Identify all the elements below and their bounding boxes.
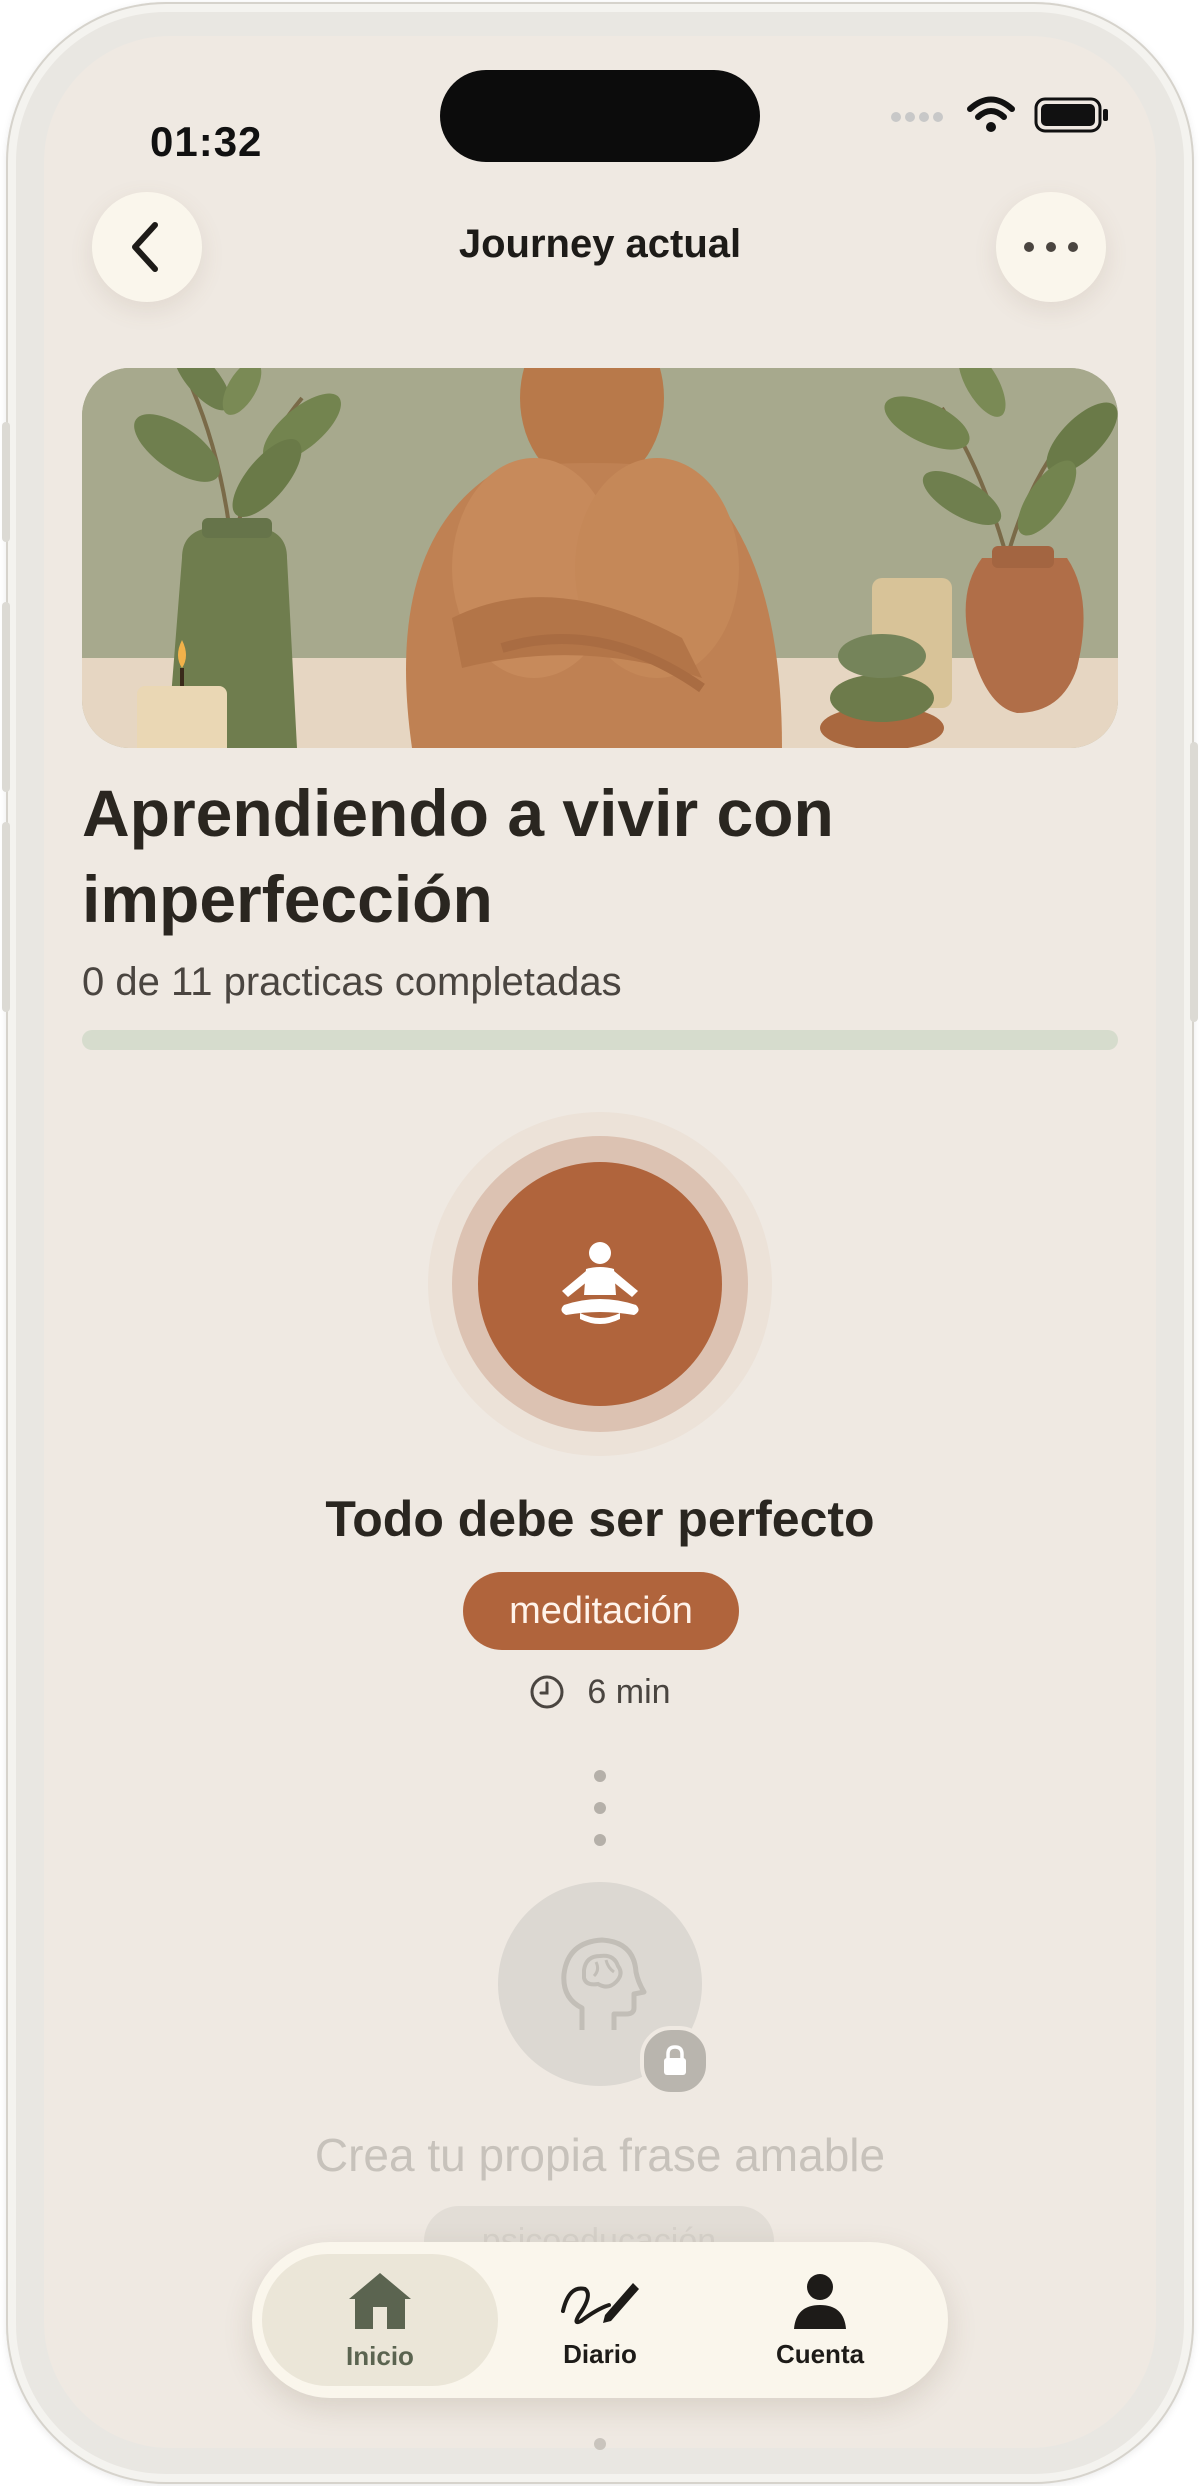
pen-icon: [561, 2282, 639, 2324]
tab-diario[interactable]: Diario: [482, 2254, 718, 2386]
home-icon: [349, 2272, 411, 2329]
practice-duration: 6 min: [0, 1668, 1200, 1716]
more-horizontal-icon: [1024, 242, 1078, 252]
head-brain-icon: [561, 1937, 647, 2030]
tab-label: Cuenta: [775, 2338, 865, 2369]
journey-hero-image: [82, 368, 1118, 748]
locked-practice-title: Crea tu propia frase amable: [314, 2129, 886, 2181]
path-dot: [594, 1802, 606, 1814]
tab-cuenta[interactable]: Cuenta: [702, 2254, 938, 2386]
signal-icon: [891, 112, 943, 122]
dynamic-island: [440, 70, 760, 162]
scroll-dot: [594, 2438, 606, 2450]
clock-icon: [530, 1675, 564, 1709]
progress-bar: [82, 1030, 1118, 1050]
meditation-icon: [561, 1242, 639, 1324]
battery-icon: [1034, 97, 1108, 133]
wifi-icon: [967, 96, 1015, 132]
duration-label: 6 min: [587, 1672, 671, 1711]
tab-bar: Inicio Diario Cuenta: [252, 2242, 948, 2398]
lock-icon: [664, 2045, 686, 2075]
more-button[interactable]: [996, 192, 1106, 302]
hero-illustration: [82, 368, 1118, 748]
current-practice-title: Todo debe ser perfecto: [325, 1491, 875, 1547]
practice-type-badge: meditación: [463, 1572, 739, 1650]
status-time: 01:32: [150, 118, 263, 165]
progress-text: 0 de 11 practicas completadas: [82, 960, 622, 1004]
tab-label: Diario: [563, 2338, 637, 2369]
journey-title: Aprendiendo a vivir con imperfección: [82, 776, 834, 936]
lock-badge: [640, 2026, 710, 2096]
status-icons: [890, 96, 1110, 134]
path-dot: [594, 1770, 606, 1782]
tab-label: Inicio: [346, 2340, 414, 2371]
tab-inicio[interactable]: Inicio: [262, 2254, 498, 2386]
current-practice-button[interactable]: [478, 1162, 722, 1406]
path-dot: [594, 1834, 606, 1846]
person-icon: [794, 2273, 846, 2329]
